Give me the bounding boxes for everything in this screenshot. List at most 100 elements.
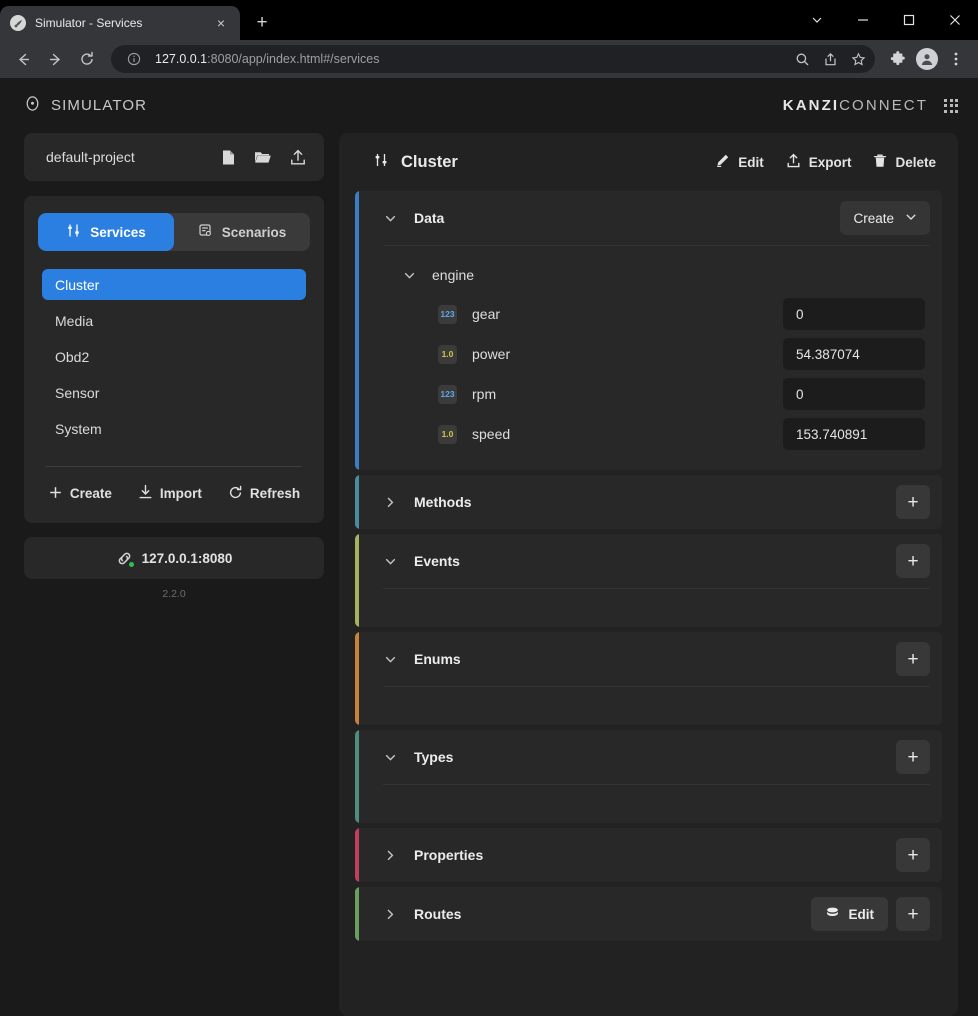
open-folder-icon[interactable] xyxy=(254,149,272,165)
browser-toolbar-right xyxy=(884,45,970,73)
sidebar-item-sensor[interactable]: Sensor xyxy=(42,377,306,408)
more-menu-icon[interactable] xyxy=(942,45,970,73)
extensions-puzzle-icon[interactable] xyxy=(884,45,912,73)
edit-button[interactable]: Edit xyxy=(715,153,764,171)
tree-node-engine[interactable]: engine xyxy=(383,256,930,294)
search-icon[interactable] xyxy=(789,46,815,72)
sidebar-item-system[interactable]: System xyxy=(42,413,306,444)
connection-status[interactable]: 127.0.0.1:8080 xyxy=(24,537,324,579)
section-routes: Routes Edit + xyxy=(355,887,942,941)
field-name: rpm xyxy=(472,386,768,402)
sidebar-item-obd2[interactable]: Obd2 xyxy=(42,341,306,372)
bookmark-star-icon[interactable] xyxy=(845,46,871,72)
add-event-button[interactable]: + xyxy=(896,544,930,578)
forward-arrow-icon[interactable] xyxy=(40,44,70,74)
field-value-input[interactable]: 0 xyxy=(783,378,925,410)
new-file-icon[interactable] xyxy=(221,149,236,166)
add-type-button[interactable]: + xyxy=(896,740,930,774)
apps-grid-icon[interactable] xyxy=(944,99,958,113)
chevron-down-icon[interactable] xyxy=(383,653,397,666)
type-badge-int-icon: 123 xyxy=(438,385,457,404)
field-value-input[interactable]: 0 xyxy=(783,298,925,330)
profile-avatar-icon[interactable] xyxy=(913,45,941,73)
field-name: gear xyxy=(472,306,768,322)
section-events-header[interactable]: Events + xyxy=(383,534,930,588)
tab-scenarios[interactable]: Scenarios xyxy=(174,213,310,251)
data-field-rpm: 123 rpm 0 xyxy=(383,374,930,414)
refresh-button[interactable]: Refresh xyxy=(228,485,300,503)
field-name: power xyxy=(472,346,768,362)
add-method-button[interactable]: + xyxy=(896,485,930,519)
chevron-down-icon[interactable] xyxy=(383,555,397,568)
chevron-right-icon[interactable] xyxy=(383,908,397,921)
sliders-icon xyxy=(373,152,389,173)
refresh-label: Refresh xyxy=(250,486,300,501)
field-value-input[interactable]: 54.387074 xyxy=(783,338,925,370)
edit-label: Edit xyxy=(738,155,764,170)
back-arrow-icon[interactable] xyxy=(8,44,38,74)
field-value-input[interactable]: 153.740891 xyxy=(783,418,925,450)
section-types-header[interactable]: Types + xyxy=(383,730,930,784)
sidebar-item-cluster[interactable]: Cluster xyxy=(42,269,306,300)
browser-tab[interactable]: Simulator - Services × xyxy=(0,6,240,40)
export-button[interactable]: Export xyxy=(786,153,852,172)
new-tab-button[interactable]: + xyxy=(248,9,276,37)
data-field-power: 1.0 power 54.387074 xyxy=(383,334,930,374)
tab-close-icon[interactable]: × xyxy=(212,14,230,32)
service-label: System xyxy=(55,421,102,437)
edit-routes-button[interactable]: Edit xyxy=(811,897,889,931)
create-label: Create xyxy=(70,486,112,501)
data-field-speed: 1.0 speed 153.740891 xyxy=(383,414,930,454)
section-enums-header[interactable]: Enums + xyxy=(383,632,930,686)
chevron-down-icon[interactable] xyxy=(383,751,397,764)
link-icon xyxy=(116,550,133,567)
delete-label: Delete xyxy=(895,155,936,170)
create-data-button[interactable]: Create xyxy=(840,201,930,235)
application-root: SIMULATOR KANZICONNECT default-project xyxy=(0,78,978,1016)
chevron-down-icon[interactable] xyxy=(402,269,416,282)
sidebar-item-media[interactable]: Media xyxy=(42,305,306,336)
share-icon[interactable] xyxy=(817,46,843,72)
data-field-gear: 123 gear 0 xyxy=(383,294,930,334)
site-info-icon[interactable] xyxy=(121,46,147,72)
sections-list: Data Create xyxy=(355,191,942,1000)
section-enums-body xyxy=(383,687,930,725)
add-enum-button[interactable]: + xyxy=(896,642,930,676)
browser-tab-strip: Simulator - Services × + xyxy=(0,0,978,40)
sidebar-actions: Create Import Refresh xyxy=(38,467,310,523)
reload-icon[interactable] xyxy=(72,44,102,74)
service-label: Media xyxy=(55,313,93,329)
create-service-button[interactable]: Create xyxy=(48,485,112,503)
window-close-icon[interactable] xyxy=(932,0,978,40)
section-properties-title: Properties xyxy=(414,847,483,863)
chevron-down-icon[interactable] xyxy=(383,212,397,225)
delete-button[interactable]: Delete xyxy=(873,153,936,172)
chevron-right-icon[interactable] xyxy=(383,849,397,862)
section-data-header[interactable]: Data Create xyxy=(383,191,930,245)
section-types-body xyxy=(383,785,930,823)
section-routes-title: Routes xyxy=(414,906,461,922)
page-title: Cluster xyxy=(373,152,458,173)
chevron-down-icon[interactable] xyxy=(794,0,840,40)
url-host: 127.0.0.1 xyxy=(155,52,207,66)
status-dot xyxy=(129,562,134,567)
add-property-button[interactable]: + xyxy=(896,838,930,872)
upload-icon[interactable] xyxy=(290,149,306,166)
window-maximize-icon[interactable] xyxy=(886,0,932,40)
tab-services[interactable]: Services xyxy=(38,213,174,251)
add-route-button[interactable]: + xyxy=(896,897,930,931)
import-button[interactable]: Import xyxy=(138,484,202,503)
brand-right: KANZICONNECT xyxy=(783,97,958,114)
export-label: Export xyxy=(809,155,852,170)
window-minimize-icon[interactable] xyxy=(840,0,886,40)
address-bar[interactable]: 127.0.0.1:8080/app/index.html#/services xyxy=(111,45,875,73)
download-icon xyxy=(138,484,153,503)
section-methods: Methods + xyxy=(355,475,942,529)
main-panel: Cluster Edit Export xyxy=(339,133,958,1016)
type-badge-float-icon: 1.0 xyxy=(438,425,457,444)
section-properties-header[interactable]: Properties + xyxy=(383,828,930,882)
chevron-right-icon[interactable] xyxy=(383,496,397,509)
browser-toolbar: 127.0.0.1:8080/app/index.html#/services xyxy=(0,40,978,78)
section-routes-header[interactable]: Routes Edit + xyxy=(383,887,930,941)
section-methods-header[interactable]: Methods + xyxy=(383,475,930,529)
